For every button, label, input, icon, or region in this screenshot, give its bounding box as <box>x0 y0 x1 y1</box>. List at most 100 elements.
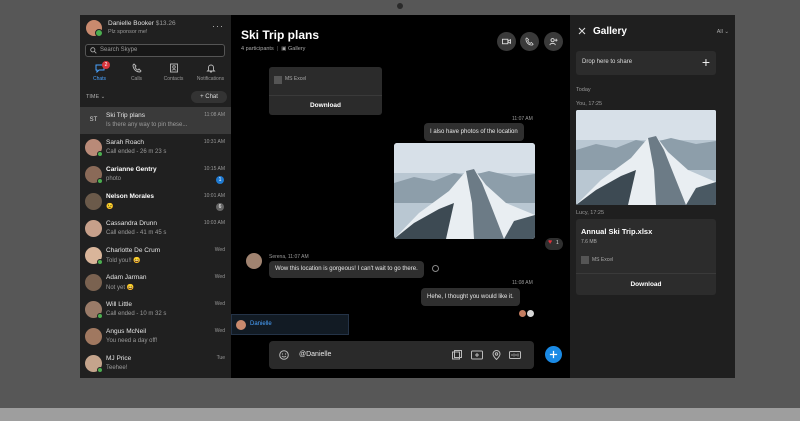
conversation-pane: Ski Trip plans 4 participants | ▣ Galler… <box>231 15 570 378</box>
excel-icon <box>274 76 282 84</box>
avatar: ST <box>85 112 102 129</box>
chat-name: Angus McNeil <box>106 328 147 335</box>
chat-time: Tue <box>216 355 225 361</box>
search-input[interactable]: Search Skype <box>85 44 225 57</box>
status-dot <box>97 259 103 265</box>
video-call-button[interactable] <box>497 32 516 51</box>
chat-preview: 😉 <box>106 204 114 210</box>
chat-list-item[interactable]: Nelson Morales 😉 10:01 AM 6 <box>80 188 231 215</box>
profile-header[interactable]: Danielle Booker $13.26 Plz sponsor me! ·… <box>86 20 226 42</box>
laptop-base <box>0 408 800 421</box>
download-button[interactable]: Download <box>576 273 716 295</box>
compose-text: @Danielle <box>299 351 332 358</box>
chat-list-item[interactable]: Will Little Call ended - 10 m 32 s Wed <box>80 296 231 323</box>
chat-time: 10:03 AM <box>203 220 225 226</box>
more-options-icon[interactable]: ··· <box>212 21 224 31</box>
heart-icon: ♥ <box>548 239 553 246</box>
avatar-initials: ST <box>89 117 98 123</box>
video-icon <box>502 38 511 45</box>
close-icon[interactable] <box>578 27 586 35</box>
nav-tabs: 2 Chats Calls Contacts Notifications <box>80 61 231 86</box>
chat-name: Nelson Morales <box>106 193 155 200</box>
bell-icon <box>205 64 216 73</box>
chat-name: Sarah Roach <box>106 139 144 146</box>
mention-suggestion[interactable]: Danielle <box>231 314 349 335</box>
tab-notifications[interactable]: Notifications <box>192 62 229 86</box>
gallery-file-card[interactable]: Annual Ski Trip.xlsx 7.6 MB MS Excel Dow… <box>576 219 716 295</box>
message-bubble[interactable]: Hehe, I thought you would like it. <box>421 288 520 306</box>
video-message-icon[interactable] <box>509 350 521 360</box>
tab-label: Contacts <box>163 76 184 82</box>
reaction-badge[interactable]: ♥ 1 <box>545 238 563 250</box>
gallery-item-meta: Lucy, 17:25 <box>576 210 605 216</box>
chat-list-item[interactable]: MJ Price Teehee! Tue <box>80 350 231 377</box>
file-type: MS Excel <box>285 76 307 82</box>
add-participant-button[interactable] <box>544 32 563 51</box>
add-reaction-icon[interactable] <box>432 265 439 272</box>
profile-name: Danielle Booker $13.26 <box>108 20 176 27</box>
gallery-icon[interactable] <box>452 350 462 360</box>
chat-list-item[interactable]: Cassandra Drunn Call ended - 41 m 45 s 10:… <box>80 215 231 242</box>
tab-calls[interactable]: Calls <box>118 62 155 86</box>
chat-name: Cassandra Drunn <box>106 220 157 227</box>
chat-list-item[interactable]: Carianne Gentry photo 10:15 AM 1 <box>80 161 231 188</box>
mountain-photo <box>394 143 535 239</box>
chat-list: ST Ski Trip plans Is there any way to pin … <box>80 107 231 377</box>
tab-chats[interactable]: 2 Chats <box>81 61 118 86</box>
contacts-icon <box>169 63 178 73</box>
sort-dropdown[interactable]: TIME ⌄ <box>86 94 105 100</box>
plus-icon[interactable]: + <box>702 55 710 69</box>
webcam <box>397 3 403 9</box>
file-size: 7.6 MB <box>581 239 597 245</box>
file-send-icon[interactable] <box>471 350 483 360</box>
chat-preview: Call ended - 26 m 23 s <box>106 149 167 155</box>
chat-list-item[interactable]: Angus McNeil You need a day off! Wed <box>80 323 231 350</box>
message-timestamp: 11:08 AM <box>512 280 533 286</box>
phone-icon <box>132 63 142 73</box>
add-person-icon <box>549 38 558 46</box>
file-message-card: MS Excel Download <box>269 67 382 115</box>
search-icon <box>90 47 97 54</box>
sort-bar: TIME ⌄ + Chat <box>80 91 231 105</box>
message-compose-box[interactable]: @Danielle <box>269 341 534 369</box>
chat-time: 10:15 AM <box>203 166 225 172</box>
gallery-filter-dropdown[interactable]: All ⌄ <box>717 29 729 35</box>
sidebar: Danielle Booker $13.26 Plz sponsor me! ·… <box>80 15 231 378</box>
avatar <box>527 310 534 317</box>
tab-contacts[interactable]: Contacts <box>155 62 192 86</box>
send-button[interactable] <box>545 346 562 363</box>
download-button[interactable]: Download <box>269 95 382 115</box>
message-bubble[interactable]: I also have photos of the location <box>424 123 524 141</box>
drop-zone[interactable]: Drop here to share + <box>576 51 716 75</box>
chat-name: Will Little <box>106 301 133 308</box>
chat-list-item[interactable]: Charlotte De Crum Told you!! 😄 Wed <box>80 242 231 269</box>
unread-count-badge: 6 <box>216 203 224 211</box>
chat-preview: Is there any way to pin these... <box>106 122 188 128</box>
status-dot <box>97 151 103 157</box>
file-name: Annual Ski Trip.xlsx <box>581 227 653 236</box>
new-chat-button[interactable]: + Chat <box>191 91 227 103</box>
chat-time: Wed <box>214 247 225 253</box>
audio-call-button[interactable] <box>520 32 539 51</box>
shared-photo[interactable] <box>394 143 535 239</box>
chat-time: 11:08 AM <box>204 112 225 118</box>
gallery-link[interactable]: ▣ Gallery <box>281 46 305 52</box>
unread-count-badge: 1 <box>216 176 224 184</box>
chat-list-item[interactable]: Sarah Roach Call ended - 26 m 23 s 10:31 A… <box>80 134 231 161</box>
chat-time: Wed <box>214 328 225 334</box>
emoji-icon[interactable] <box>279 350 289 360</box>
avatar[interactable] <box>246 253 262 269</box>
message-bubble[interactable]: Wow this location is gorgeous! I can't w… <box>269 261 424 278</box>
skype-window: Danielle Booker $13.26 Plz sponsor me! ·… <box>80 15 735 378</box>
location-icon[interactable] <box>492 350 501 360</box>
search-placeholder: Search Skype <box>100 47 138 53</box>
chat-time: 10:31 AM <box>203 139 225 145</box>
chat-name: Carianne Gentry <box>106 166 157 173</box>
participants-count[interactable]: 4 participants <box>241 46 274 52</box>
chat-list-item[interactable]: ST Ski Trip plans Is there any way to pin … <box>80 107 231 134</box>
chat-time: Wed <box>214 274 225 280</box>
gallery-photo[interactable] <box>576 110 716 205</box>
chat-list-item[interactable]: Adam Jarman Not yet 😄 Wed <box>80 269 231 296</box>
avatar[interactable] <box>86 20 103 37</box>
gallery-section-label: Today <box>576 87 591 93</box>
